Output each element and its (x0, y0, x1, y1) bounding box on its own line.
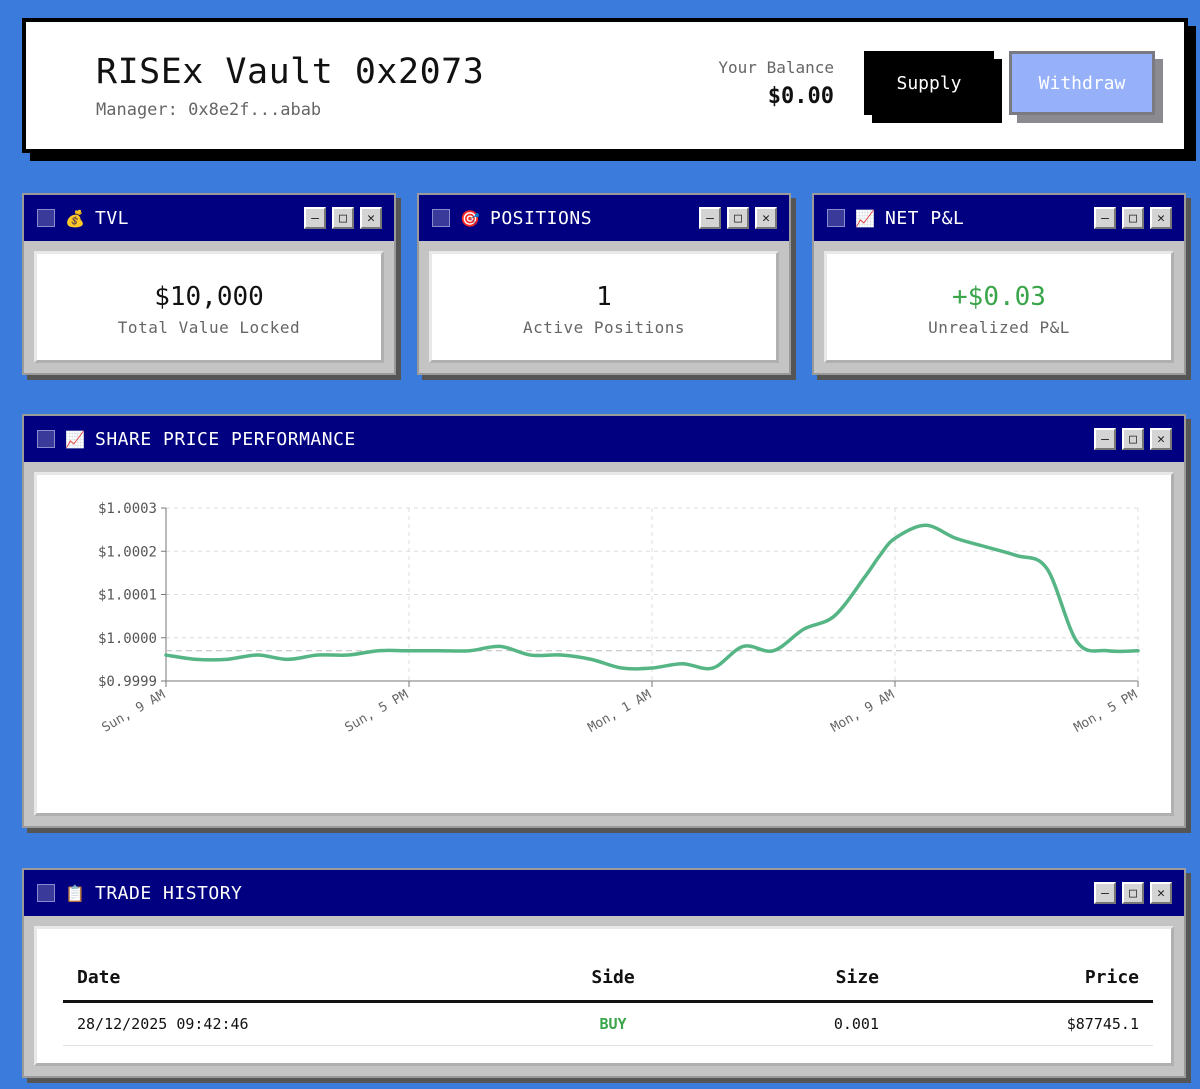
window-checkbox[interactable] (827, 209, 845, 227)
positions-title: POSITIONS (490, 207, 593, 229)
minimize-button[interactable]: – (304, 207, 326, 229)
trade-size: 0.001 (683, 1001, 893, 1046)
positions-window: 🎯 POSITIONS – □ ✕ 1 Active Positions (417, 193, 791, 375)
column-price[interactable]: Price (893, 957, 1153, 1003)
trade-date: 28/12/2025 09:42:46 (63, 1001, 543, 1046)
y-tick-label: $1.0000 (98, 631, 157, 647)
vault-manager: Manager: 0x8e2f...abab (96, 100, 322, 120)
tvl-label: Total Value Locked (117, 318, 301, 337)
window-checkbox[interactable] (37, 884, 55, 902)
vault-title: RISEx Vault 0x2073 (96, 52, 485, 92)
column-size[interactable]: Size (683, 957, 893, 1003)
positions-label: Active Positions (522, 318, 686, 337)
share-price-window: 📈 SHARE PRICE PERFORMANCE – □ ✕ $1.0003 $… (22, 414, 1186, 828)
tvl-title: TVL (95, 207, 130, 229)
maximize-button[interactable]: □ (332, 207, 354, 229)
window-checkbox[interactable] (432, 209, 450, 227)
chart-up-icon: 📈 (855, 208, 875, 228)
table-header-row: Date Side Size Price (63, 957, 1153, 1003)
share-price-titlebar[interactable]: 📈 SHARE PRICE PERFORMANCE – □ ✕ (24, 416, 1184, 462)
maximize-button[interactable]: □ (1122, 207, 1144, 229)
column-date[interactable]: Date (63, 957, 543, 1003)
close-button[interactable]: ✕ (360, 207, 382, 229)
share-price-title: SHARE PRICE PERFORMANCE (95, 428, 356, 450)
trade-history-window: 📋 TRADE HISTORY – □ ✕ Date Side Size Pri… (22, 868, 1186, 1078)
tvl-body: $10,000 Total Value Locked (34, 251, 384, 363)
supply-button[interactable]: Supply (864, 51, 994, 115)
y-tick-label: $1.0001 (98, 588, 157, 604)
pnl-value: +$0.03 (952, 282, 1046, 312)
table-row[interactable]: 28/12/2025 09:42:46 BUY 0.001 $87745.1 (63, 1001, 1153, 1046)
x-tick-label: Mon, 9 AM (828, 687, 897, 735)
pnl-titlebar[interactable]: 📈 NET P&L – □ ✕ (814, 195, 1184, 241)
share-price-chart: $1.0003 $1.0002 $1.0001 $1.0000 $0.9999 Sun, … (34, 472, 1174, 816)
trade-price: $87745.1 (893, 1001, 1153, 1046)
trade-history-table: Date Side Size Price 28/12/2025 09:42:46… (63, 957, 1153, 1046)
withdraw-button[interactable]: Withdraw (1009, 51, 1155, 115)
positions-body: 1 Active Positions (429, 251, 779, 363)
tvl-value: $10,000 (154, 282, 264, 312)
minimize-button[interactable]: – (699, 207, 721, 229)
money-bag-icon: 💰 (65, 208, 85, 228)
y-tick-label: $1.0003 (98, 501, 157, 517)
target-icon: 🎯 (460, 208, 480, 228)
clipboard-icon: 📋 (65, 883, 85, 903)
window-checkbox[interactable] (37, 209, 55, 227)
maximize-button[interactable]: □ (1122, 882, 1144, 904)
minimize-button[interactable]: – (1094, 882, 1116, 904)
chart-up-icon: 📈 (65, 429, 85, 449)
maximize-button[interactable]: □ (727, 207, 749, 229)
column-side[interactable]: Side (543, 957, 683, 1003)
pnl-body: +$0.03 Unrealized P&L (824, 251, 1174, 363)
tvl-titlebar[interactable]: 💰 TVL – □ ✕ (24, 195, 394, 241)
positions-titlebar[interactable]: 🎯 POSITIONS – □ ✕ (419, 195, 789, 241)
minimize-button[interactable]: – (1094, 428, 1116, 450)
pnl-window: 📈 NET P&L – □ ✕ +$0.03 Unrealized P&L (812, 193, 1186, 375)
trade-history-body: Date Side Size Price 28/12/2025 09:42:46… (34, 926, 1174, 1066)
y-tick-label: $0.9999 (98, 674, 157, 690)
pnl-label: Unrealized P&L (928, 318, 1070, 337)
x-tick-label: Mon, 5 PM (1071, 687, 1140, 735)
close-button[interactable]: ✕ (1150, 882, 1172, 904)
close-button[interactable]: ✕ (1150, 428, 1172, 450)
trade-side: BUY (543, 1001, 683, 1046)
close-button[interactable]: ✕ (1150, 207, 1172, 229)
vault-header: RISEx Vault 0x2073 Manager: 0x8e2f...aba… (22, 18, 1188, 153)
balance-label: Your Balance (718, 58, 834, 77)
x-tick-label: Mon, 1 AM (585, 687, 654, 735)
close-button[interactable]: ✕ (755, 207, 777, 229)
positions-value: 1 (596, 282, 612, 312)
minimize-button[interactable]: – (1094, 207, 1116, 229)
tvl-window: 💰 TVL – □ ✕ $10,000 Total Value Locked (22, 193, 396, 375)
window-checkbox[interactable] (37, 430, 55, 448)
y-tick-label: $1.0002 (98, 544, 157, 560)
pnl-title: NET P&L (885, 207, 965, 229)
x-tick-label: Sun, 9 AM (99, 687, 168, 735)
x-tick-label: Sun, 5 PM (342, 687, 411, 735)
share-price-chart-svg: $1.0003$1.0002$1.0001$1.0000$0.9999Sun, … (98, 501, 1140, 736)
balance-value: $0.00 (767, 84, 834, 109)
trade-history-title: TRADE HISTORY (95, 882, 243, 904)
trade-history-titlebar[interactable]: 📋 TRADE HISTORY – □ ✕ (24, 870, 1184, 916)
maximize-button[interactable]: □ (1122, 428, 1144, 450)
